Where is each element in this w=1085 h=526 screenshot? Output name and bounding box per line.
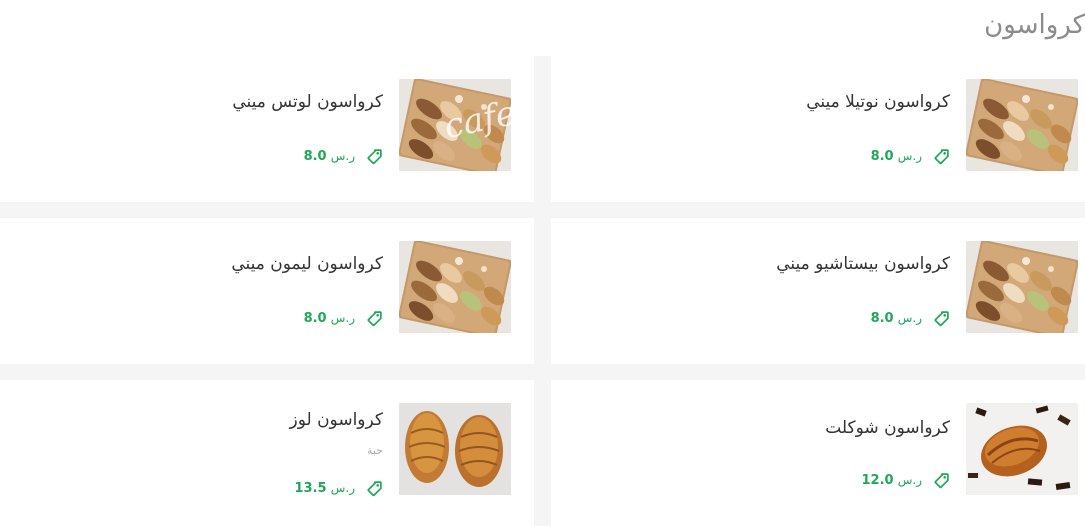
tag-icon [933, 310, 950, 327]
product-price: 12.0 ر.س [861, 473, 922, 488]
tag-icon [366, 310, 383, 327]
section-header: كرواسون [0, 0, 1085, 56]
product-image[interactable] [399, 241, 511, 333]
product-price: 8.0 ر.س [303, 311, 355, 326]
menu-item-card[interactable]: كرواسون ليمون ميني 8.0 ر.س [0, 218, 534, 364]
price-row: 8.0 ر.س [871, 148, 950, 165]
menu-item-card[interactable]: كرواسون بيستاشيو ميني 8.0 ر.س [551, 218, 1085, 364]
product-image[interactable] [966, 403, 1078, 495]
product-name: كرواسون نوتيلا ميني [806, 92, 950, 112]
price-row: 8.0 ر.س [871, 310, 950, 327]
menu-item-card[interactable]: كرواسون شوكلت 12.0 ر.س [551, 380, 1085, 526]
product-price: 8.0 ر.س [303, 149, 355, 164]
product-name: كرواسون لوز [289, 410, 384, 430]
product-price: 8.0 ر.س [870, 149, 922, 164]
menu-item-card[interactable]: كرواسون لوتس ميني 8.0 ر.س [0, 56, 534, 202]
product-name: كرواسون بيستاشيو ميني [776, 254, 950, 274]
product-price: 8.0 ر.س [870, 311, 922, 326]
product-name: كرواسون لوتس ميني [232, 92, 383, 112]
product-image[interactable] [966, 241, 1078, 333]
menu-item-card[interactable]: كرواسون لوز حبة 13.5 ر.س [0, 380, 534, 526]
price-row: 12.0 ر.س [862, 472, 950, 489]
product-price: 13.5 ر.س [294, 481, 355, 496]
product-name: كرواسون ليمون ميني [231, 254, 383, 274]
tag-icon [933, 472, 950, 489]
tag-icon [366, 148, 383, 165]
price-row: 8.0 ر.س [304, 310, 383, 327]
price-row: 13.5 ر.س [295, 480, 383, 497]
tag-icon [933, 148, 950, 165]
product-unit: حبة [366, 444, 383, 457]
product-image[interactable] [399, 79, 511, 171]
menu-item-card[interactable]: كرواسون نوتيلا ميني 8.0 ر.س [551, 56, 1085, 202]
tag-icon [366, 480, 383, 497]
section-title: كرواسون [984, 10, 1085, 40]
product-image[interactable] [399, 403, 511, 495]
product-image[interactable] [966, 79, 1078, 171]
price-row: 8.0 ر.س [304, 148, 383, 165]
product-name: كرواسون شوكلت [825, 418, 950, 438]
